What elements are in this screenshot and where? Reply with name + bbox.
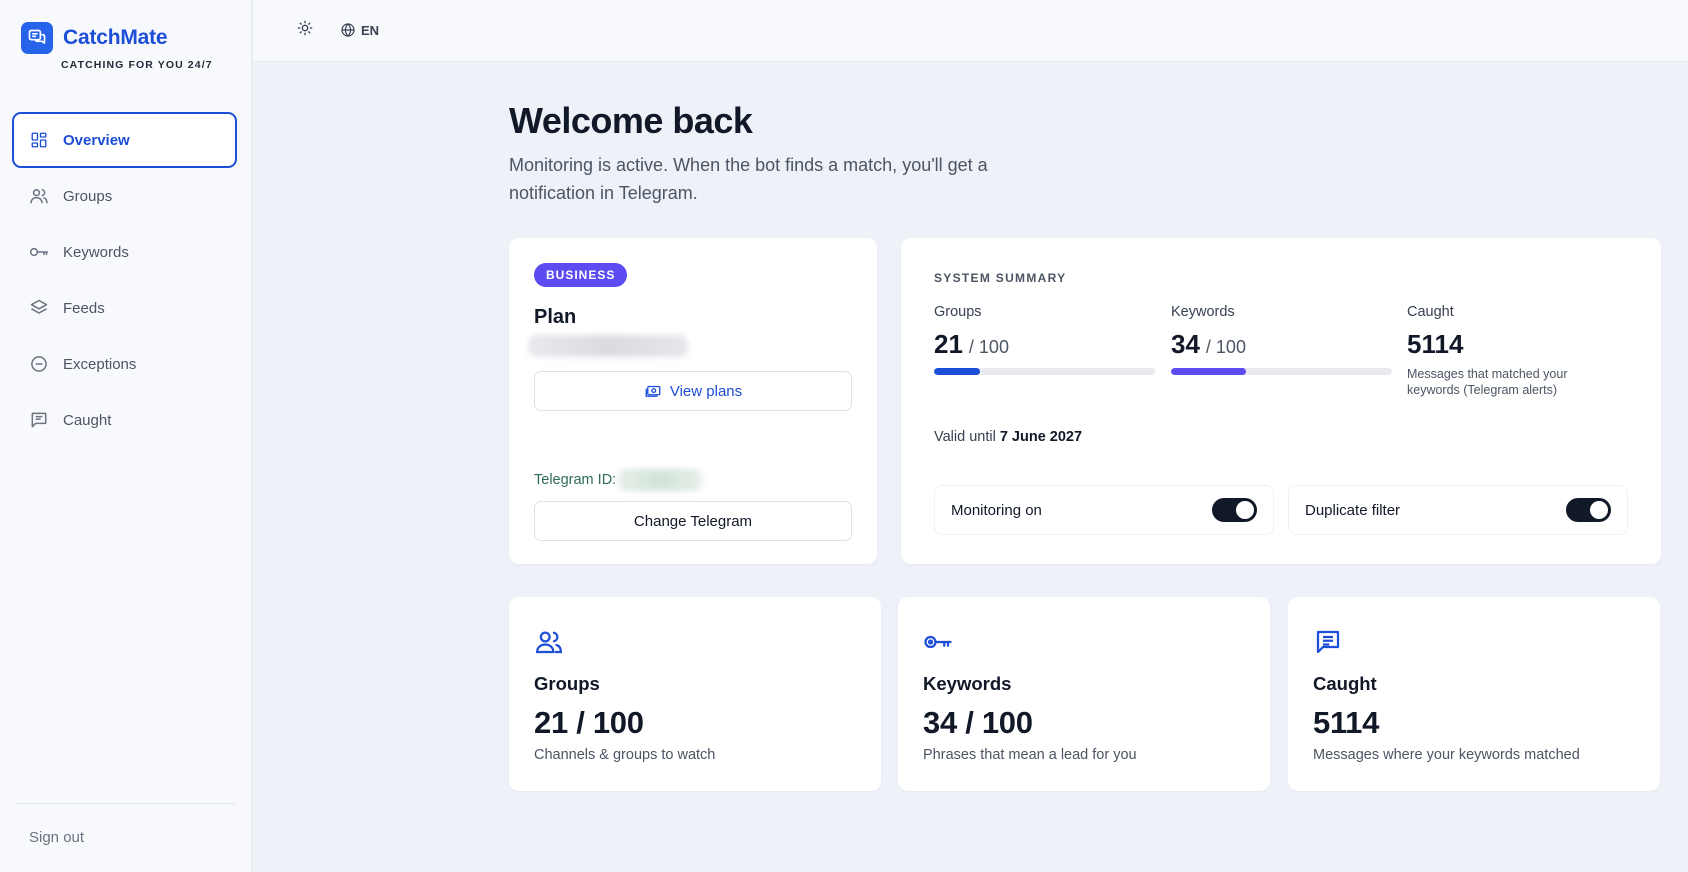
- summary-caught-value: 5114: [1407, 329, 1464, 359]
- groups-progress-fill: [934, 368, 981, 375]
- sidebar-item-label: Keywords: [63, 243, 129, 261]
- summary-keywords-label: Keywords: [1171, 304, 1235, 320]
- change-telegram-button[interactable]: Change Telegram: [534, 501, 852, 541]
- plan-card: BUSINESS Plan View plans Telegram ID: Ch…: [509, 238, 877, 564]
- card-title: Keywords: [923, 673, 1012, 694]
- summary-groups: Groups 21 / 100: [934, 304, 1155, 375]
- duplicate-filter-row: Duplicate filter: [1288, 485, 1628, 535]
- sidebar-item-label: Overview: [63, 131, 130, 149]
- minus-circle-icon: [29, 354, 49, 374]
- summary-keywords: Keywords 34 / 100: [1171, 304, 1392, 375]
- redacted-email: [528, 335, 688, 357]
- sign-out-link[interactable]: Sign out: [29, 829, 84, 846]
- summary-caught-label: Caught: [1407, 304, 1454, 320]
- sidebar-item-feeds[interactable]: Feeds: [12, 280, 237, 336]
- toggle-knob: [1236, 501, 1254, 519]
- card-desc: Phrases that mean a lead for you: [923, 747, 1137, 763]
- keywords-stat-card[interactable]: Keywords 34 / 100 Phrases that mean a le…: [898, 597, 1270, 791]
- globe-icon: [340, 22, 356, 38]
- card-desc: Messages where your keywords matched: [1313, 747, 1580, 763]
- banknote-icon: [644, 382, 662, 400]
- brand-tagline: CATCHING FOR YOU 24/7: [61, 59, 213, 71]
- monitoring-toggle[interactable]: [1212, 498, 1257, 522]
- duplicate-filter-toggle[interactable]: [1566, 498, 1611, 522]
- view-plans-button[interactable]: View plans: [534, 371, 852, 411]
- sidebar-item-label: Feeds: [63, 299, 105, 317]
- layers-icon: [29, 298, 49, 318]
- topbar: EN: [253, 0, 1688, 62]
- users-icon: [29, 186, 49, 206]
- brand[interactable]: CatchMate: [21, 22, 168, 54]
- card-value: 34 / 100: [923, 705, 1033, 740]
- sidebar-item-label: Caught: [63, 411, 112, 429]
- sidebar-nav: Overview Groups Keywords Feeds Exception…: [12, 112, 237, 448]
- page-subtitle: Monitoring is active. When the bot finds…: [509, 155, 988, 203]
- message-icon: [29, 410, 49, 430]
- plan-badge: BUSINESS: [534, 263, 628, 287]
- keywords-progress-fill: [1171, 368, 1247, 375]
- summary-groups-limit: / 100: [968, 337, 1009, 357]
- users-icon: [534, 627, 564, 657]
- key-icon: [29, 242, 49, 262]
- sun-icon: [297, 20, 313, 41]
- toggle-knob: [1590, 501, 1608, 519]
- chat-logo-icon: [21, 22, 53, 54]
- card-value: 5114: [1313, 705, 1380, 740]
- telegram-id-label: Telegram ID:: [534, 472, 617, 488]
- card-title: Caught: [1313, 673, 1377, 694]
- redacted-telegram-id: [618, 469, 703, 491]
- card-desc: Channels & groups to watch: [534, 747, 716, 763]
- caught-stat-card[interactable]: Caught 5114 Messages where your keywords…: [1288, 597, 1660, 791]
- valid-until-date: 7 June 2027: [999, 429, 1083, 445]
- duplicate-filter-label: Duplicate filter: [1305, 501, 1401, 519]
- valid-until: Valid until 7 June 2027: [934, 429, 1082, 445]
- sidebar-item-groups[interactable]: Groups: [12, 168, 237, 224]
- groups-stat-card[interactable]: Groups 21 / 100 Channels & groups to wat…: [509, 597, 881, 791]
- monitoring-label: Monitoring on: [951, 501, 1042, 519]
- system-summary-card: SYSTEM SUMMARY Groups 21 / 100 Keywords …: [901, 238, 1661, 564]
- groups-progress-bar: [934, 368, 1155, 375]
- sidebar-item-exceptions[interactable]: Exceptions: [12, 336, 237, 392]
- key-icon: [923, 627, 953, 657]
- summary-groups-label: Groups: [934, 304, 982, 320]
- keywords-progress-bar: [1171, 368, 1392, 375]
- brand-name: CatchMate: [63, 26, 168, 49]
- card-value: 21 / 100: [534, 705, 644, 740]
- telegram-id-row: Telegram ID:: [534, 469, 703, 491]
- summary-caught-desc: Messages that matched your keywords (Tel…: [1407, 367, 1568, 397]
- summary-caught: Caught 5114 Messages that matched your k…: [1407, 304, 1628, 398]
- summary-keywords-limit: / 100: [1205, 337, 1246, 357]
- language-switcher[interactable]: EN: [340, 19, 379, 41]
- language-label: EN: [361, 22, 380, 38]
- sidebar-item-label: Groups: [63, 187, 113, 205]
- message-icon: [1313, 627, 1343, 657]
- monitoring-toggle-row: Monitoring on: [934, 485, 1274, 535]
- sidebar-item-keywords[interactable]: Keywords: [12, 224, 237, 280]
- theme-toggle-button[interactable]: [294, 19, 316, 41]
- sidebar-divider: [16, 803, 236, 804]
- plan-title: Plan: [534, 306, 577, 328]
- summary-keywords-value: 34: [1171, 329, 1200, 359]
- summary-heading: SYSTEM SUMMARY: [934, 271, 1067, 285]
- card-title: Groups: [534, 673, 600, 694]
- sidebar: CatchMate CATCHING FOR YOU 24/7 Overview…: [0, 0, 252, 872]
- sidebar-item-caught[interactable]: Caught: [12, 392, 237, 448]
- page-title: Welcome back: [509, 100, 753, 141]
- dashboard-icon: [29, 130, 49, 150]
- sidebar-item-label: Exceptions: [63, 355, 137, 373]
- sidebar-item-overview[interactable]: Overview: [12, 112, 237, 168]
- view-plans-label: View plans: [669, 382, 743, 400]
- valid-until-prefix: Valid until: [934, 429, 996, 445]
- summary-groups-value: 21: [934, 329, 963, 359]
